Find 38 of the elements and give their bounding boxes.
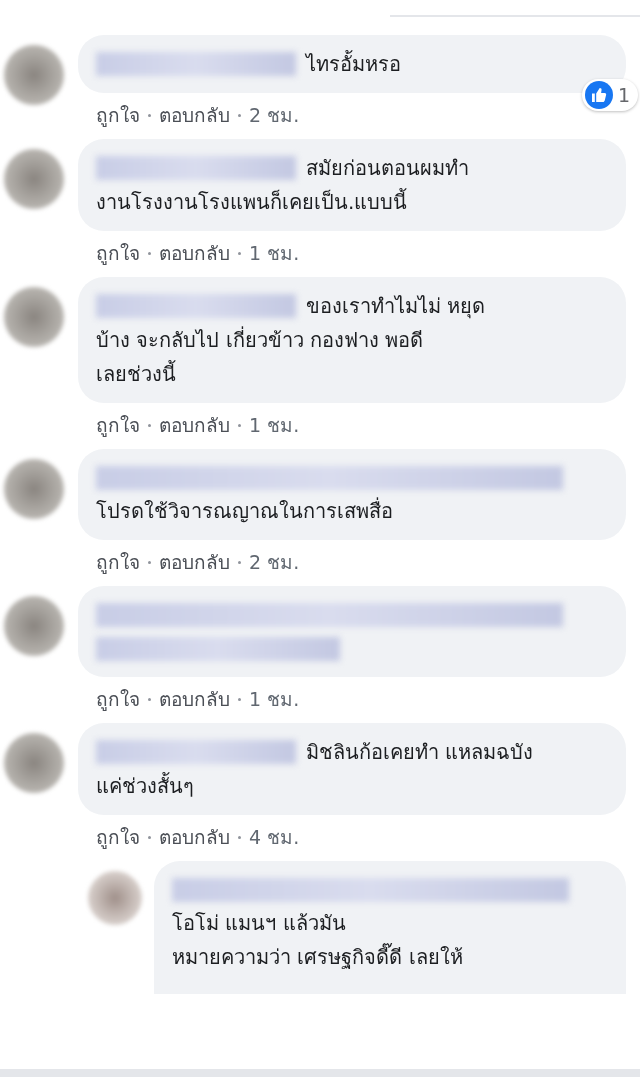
comment-time[interactable]: 2 ชม. (249, 100, 300, 130)
avatar[interactable] (4, 733, 64, 793)
reply-link[interactable]: ตอบกลับ (159, 238, 230, 268)
comment-text: โปรดใช้วิจารณญาณในการเสพสื่อ (96, 496, 393, 525)
avatar[interactable] (4, 149, 64, 209)
comment-text: หมายความว่า เศรษฐกิจดี๊ดี เลยให้ (172, 942, 463, 971)
avatar[interactable] (4, 45, 64, 105)
like-link[interactable]: ถูกใจ (96, 822, 140, 852)
avatar[interactable] (88, 871, 142, 925)
like-link[interactable]: ถูกใจ (96, 547, 140, 577)
comment-time[interactable]: 1 ชม. (249, 410, 300, 440)
comment-text: แค่ช่วงสั้นๆ (96, 771, 194, 800)
avatar[interactable] (4, 287, 64, 347)
comment-text: มิชลินก้อเคยทำ แหลมฉบัง (306, 739, 534, 766)
reaction-count[interactable]: 1 (581, 79, 638, 111)
reply-link[interactable]: ตอบกลับ (159, 410, 230, 440)
avatar[interactable] (4, 596, 64, 656)
comment-text: งานโรงงานโรงแพนก็เคยเป็น.แบบนี้ (96, 187, 408, 216)
reply-link[interactable]: ตอบกลับ (159, 100, 230, 130)
reply-link[interactable]: ตอบกลับ (159, 822, 230, 852)
comment-text: บ้าง จะกลับไป เกี่ยวข้าว กองฟาง พอดี (96, 325, 424, 354)
comment-text: สมัยก่อนตอนผมทำ (306, 155, 469, 182)
like-link[interactable]: ถูกใจ (96, 238, 140, 268)
reply-link[interactable]: ตอบกลับ (159, 684, 230, 714)
comment-time[interactable]: 1 ชม. (249, 238, 300, 268)
comment-time[interactable]: 4 ชม. (249, 822, 300, 852)
comment-text: เลยช่วงนี้ (96, 359, 176, 388)
comment-time[interactable]: 1 ชม. (249, 684, 300, 714)
avatar[interactable] (4, 459, 64, 519)
comment-time[interactable]: 2 ชม. (249, 547, 300, 577)
thumbs-up-icon (584, 81, 613, 109)
comment-text: ไทรอั้มหรอ (306, 49, 401, 78)
comment-text: ของเราทำไมไม่ หยุด (306, 293, 486, 321)
like-link[interactable]: ถูกใจ (96, 410, 140, 440)
reply-link[interactable]: ตอบกลับ (159, 547, 230, 577)
comment-text: โอโม่ แมนฯ แล้วมัน (172, 910, 346, 937)
like-link[interactable]: ถูกใจ (96, 684, 140, 714)
like-link[interactable]: ถูกใจ (96, 100, 140, 130)
